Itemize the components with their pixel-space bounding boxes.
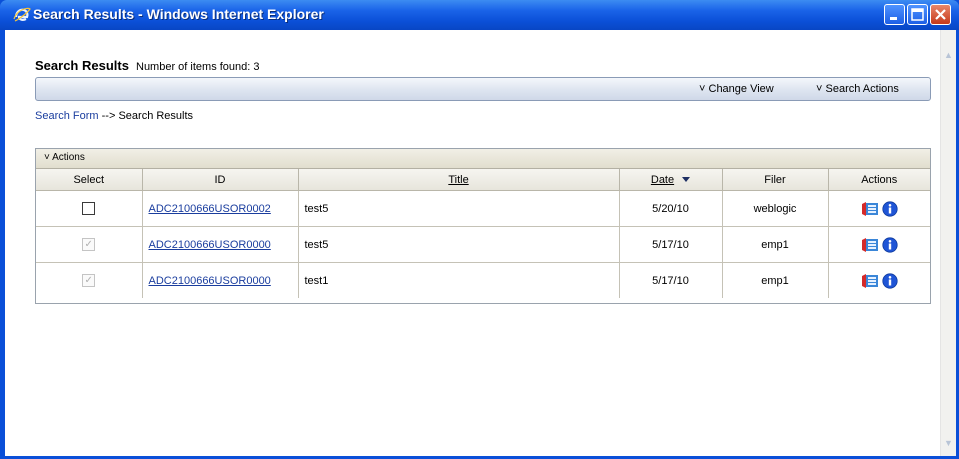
close-button[interactable] — [930, 4, 951, 25]
document-view-icon[interactable] — [861, 237, 879, 253]
change-view-menu[interactable]: ˅ Change View — [699, 83, 774, 95]
info-icon[interactable] — [882, 236, 898, 253]
results-panel: ˅ Actions Select ID Title Date Filer Act… — [35, 148, 931, 304]
id-cell: ADC2100666USOR0000 — [141, 226, 299, 263]
id-cell: ADC2100666USOR0000 — [141, 262, 299, 298]
actions-cell — [827, 226, 930, 263]
filer-cell: emp1 — [721, 262, 829, 298]
title-cell: test1 — [297, 262, 620, 298]
date-sort-link[interactable]: Date — [651, 174, 674, 186]
column-header-id: ID — [141, 169, 299, 191]
table-row: ✓ ADC2100666USOR0000 test5 5/17/10 emp1 — [36, 226, 930, 263]
row-select-checkbox[interactable]: ✓ — [82, 274, 96, 287]
results-table: Select ID Title Date Filer Actions ADC21… — [36, 169, 930, 298]
document-view-icon[interactable] — [861, 273, 879, 289]
minimize-icon — [890, 17, 897, 20]
chevron-down-icon: ˅ — [699, 83, 706, 95]
info-icon[interactable] — [882, 200, 898, 217]
breadcrumb: Search Form --> Search Results — [35, 110, 193, 122]
result-count: Number of items found: 3 — [136, 61, 260, 73]
date-cell: 5/17/10 — [618, 262, 723, 298]
actions-menu-label: Actions — [52, 152, 85, 163]
change-view-label: Change View — [708, 83, 774, 95]
filer-cell: weblogic — [721, 190, 829, 227]
column-header-actions: Actions — [827, 169, 930, 191]
chevron-down-icon: ˅ — [816, 83, 823, 95]
scroll-down-icon[interactable]: ▼ — [943, 436, 954, 450]
close-icon — [935, 9, 946, 20]
document-view-icon[interactable] — [861, 201, 879, 217]
maximize-button[interactable] — [907, 4, 928, 25]
title-bar[interactable]: Search Results - Windows Internet Explor… — [0, 0, 959, 30]
info-icon[interactable] — [882, 272, 898, 289]
maximize-icon — [911, 8, 924, 21]
scroll-up-icon[interactable]: ▲ — [943, 48, 954, 62]
row-select-checkbox[interactable]: ✓ — [82, 238, 96, 251]
breadcrumb-separator: --> — [101, 110, 116, 122]
record-id-link[interactable]: ADC2100666USOR0000 — [149, 239, 271, 251]
record-id-link[interactable]: ADC2100666USOR0002 — [149, 203, 271, 215]
table-header-row: Select ID Title Date Filer Actions — [36, 169, 930, 191]
minimize-button[interactable] — [884, 4, 905, 25]
title-cell: test5 — [297, 190, 620, 227]
breadcrumb-current: Search Results — [118, 110, 194, 122]
results-heading: Search Results Number of items found: 3 — [35, 58, 260, 73]
select-cell: ✓ — [36, 226, 143, 263]
column-header-filer: Filer — [721, 169, 829, 191]
column-header-title[interactable]: Title — [297, 169, 620, 191]
chevron-down-icon: ˅ — [44, 152, 50, 163]
row-select-checkbox[interactable] — [82, 202, 96, 215]
ie-logo-icon — [13, 7, 31, 22]
date-cell: 5/17/10 — [618, 226, 723, 263]
table-row: ✓ ADC2100666USOR0000 test1 5/17/10 emp1 — [36, 262, 930, 298]
id-cell: ADC2100666USOR0002 — [141, 190, 299, 227]
search-form-link[interactable]: Search Form — [35, 110, 99, 122]
browser-window: Search Results - Windows Internet Explor… — [0, 0, 959, 459]
select-cell: ✓ — [36, 262, 143, 298]
window-title: Search Results - Windows Internet Explor… — [33, 6, 324, 22]
select-cell — [36, 190, 143, 227]
title-cell: test5 — [297, 226, 620, 263]
actions-cell — [827, 262, 930, 298]
record-id-link[interactable]: ADC2100666USOR0000 — [149, 275, 271, 287]
column-header-select: Select — [36, 169, 143, 191]
column-header-date[interactable]: Date — [618, 169, 723, 191]
table-row: ADC2100666USOR0002 test5 5/20/10 weblogi… — [36, 190, 930, 227]
page-title: Search Results — [35, 58, 129, 73]
search-actions-label: Search Actions — [825, 83, 899, 95]
vertical-scrollbar[interactable]: ▲ ▼ — [940, 30, 956, 456]
date-cell: 5/20/10 — [618, 190, 723, 227]
search-actions-menu[interactable]: ˅ Search Actions — [816, 83, 899, 95]
actions-menu[interactable]: ˅ Actions — [36, 149, 930, 169]
filer-cell: emp1 — [721, 226, 829, 263]
view-toolbar: ˅ Change View ˅ Search Actions — [35, 77, 931, 101]
title-sort-link[interactable]: Title — [448, 174, 468, 186]
sort-descending-icon[interactable] — [682, 177, 691, 183]
actions-cell — [827, 190, 930, 227]
